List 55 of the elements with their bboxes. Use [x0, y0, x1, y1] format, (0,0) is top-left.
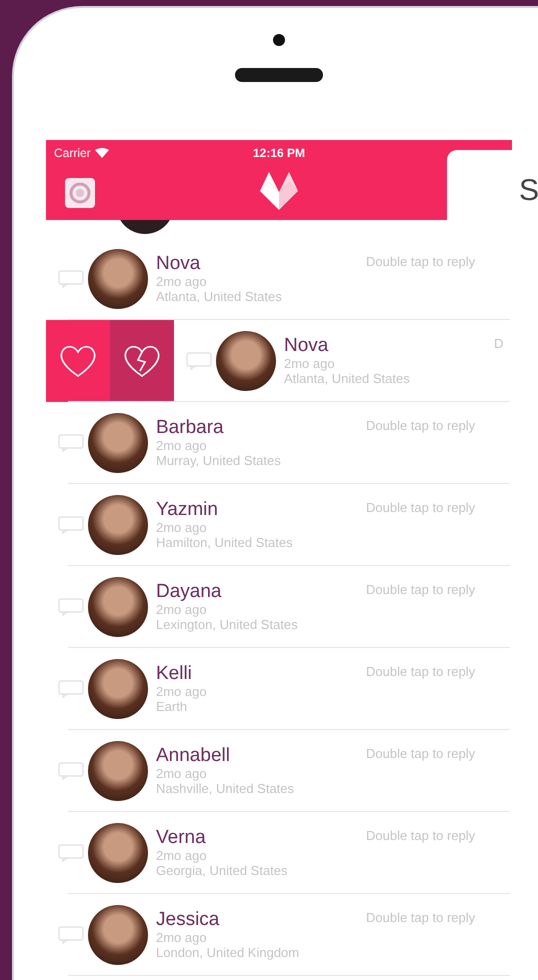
location-text: London, United Kingdom: [156, 946, 300, 961]
dislike-button[interactable]: [110, 320, 174, 402]
contact-name: Nova: [284, 335, 330, 357]
location-text: Atlanta, United States: [284, 372, 411, 387]
card-text: S: [519, 174, 538, 207]
time-ago: 2mo ago: [156, 274, 208, 290]
reply-hint: Double tap to reply: [366, 253, 476, 271]
reply-hint: Double tap to reply: [366, 827, 476, 845]
location-text: Lexington, United States: [156, 618, 299, 633]
time-ago: 2mo ago: [156, 930, 208, 946]
camera-icon: [64, 177, 96, 209]
reply-hint: Double tap to reply: [366, 663, 476, 681]
time-ago: 2mo ago: [284, 356, 336, 372]
heart-icon: [58, 343, 98, 379]
time-ago: 2mo ago: [156, 520, 208, 536]
location-text: Murray, United States: [156, 454, 282, 469]
status-time: 12:16 PM: [252, 145, 306, 162]
chat-bubble-icon: [58, 434, 84, 452]
location-text: Atlanta, United States: [156, 290, 283, 305]
reply-hint: Double tap to reply: [366, 745, 476, 763]
chat-bubble-icon: [58, 926, 84, 944]
location-text: Hamilton, United States: [156, 536, 294, 551]
time-ago: 2mo ago: [156, 438, 208, 454]
reply-hint: Double tap to reply: [366, 417, 476, 435]
time-ago: 2mo ago: [156, 684, 208, 700]
carrier-label: Carrier: [54, 145, 91, 162]
contact-name: Barbara: [156, 417, 225, 439]
time-ago: 2mo ago: [156, 848, 208, 864]
chat-bubble-icon: [58, 270, 84, 288]
contact-name: Jessica: [156, 909, 220, 931]
reply-hint: Double tap to reply: [366, 909, 476, 927]
location-text: Earth: [156, 700, 188, 715]
reply-hint: Double tap to reply: [366, 499, 476, 517]
reply-hint: D: [494, 335, 504, 353]
chat-bubble-icon: [186, 352, 212, 370]
camera-dot: [273, 34, 285, 46]
location-text: Georgia, United States: [156, 864, 289, 879]
location-text: Nashville, United States: [156, 782, 296, 797]
chat-bubble-icon: [58, 516, 84, 534]
like-button[interactable]: [46, 320, 110, 402]
time-ago: 2mo ago: [156, 602, 208, 618]
contact-name: Yazmin: [156, 499, 219, 521]
reply-hint: Double tap to reply: [366, 581, 476, 599]
contact-name: Annabell: [156, 745, 231, 767]
contact-name: Nova: [156, 253, 202, 275]
chat-bubble-icon: [58, 598, 84, 616]
contact-name: Verna: [156, 827, 207, 849]
wifi-icon: [94, 148, 109, 158]
chat-bubble-icon: [58, 762, 84, 780]
time-ago: 2mo ago: [156, 766, 208, 782]
chat-bubble-icon: [58, 844, 84, 862]
chat-bubble-icon: [58, 680, 84, 698]
contact-name: Dayana: [156, 581, 222, 603]
broken-heart-icon: [122, 343, 162, 379]
contact-name: Kelli: [156, 663, 193, 685]
